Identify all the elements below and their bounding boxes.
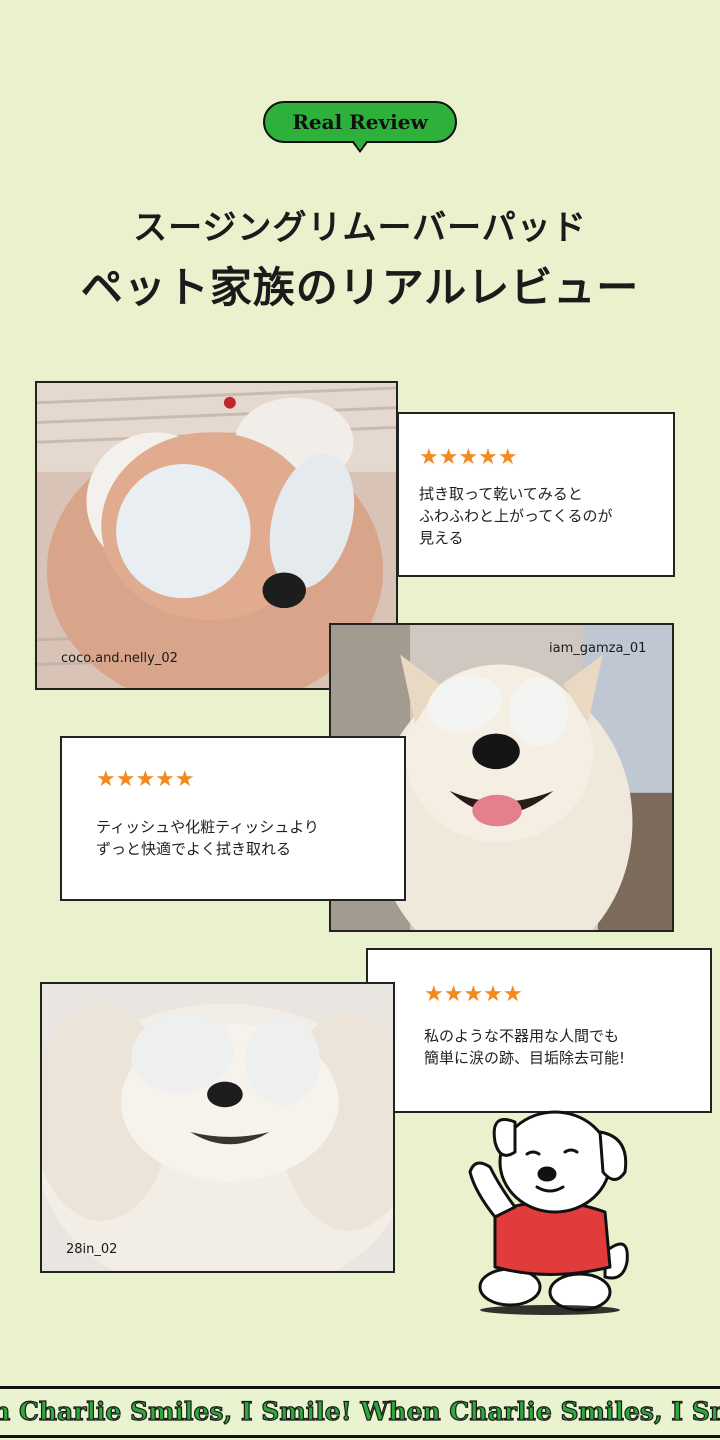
review-handle-1: coco.and.nelly_02 [61,651,178,666]
page-title: ペット家族のリアルレビュー [80,263,640,312]
review-handle-3: 28in_02 [66,1242,118,1257]
rating-stars-3: ★★★★★ [424,982,523,1007]
rating-stars-1: ★★★★★ [419,445,518,470]
review-text-2: ティッシュや化粧ティッシュより ずっと快適でよく拭き取れる [96,818,319,858]
review-handle-2: iam_gamza_01 [549,641,647,656]
review-text-3: 私のような不器用な人間でも 簡単に涙の跡、目垢除去可能! [424,1027,626,1067]
charlie-mascot-illustration [468,1110,629,1315]
review-card-2: ★★★★★ ティッシュや化粧ティッシュより ずっと快適でよく拭き取れる [60,736,406,901]
review-card-3: ★★★★★ 私のような不器用な人間でも 簡単に涙の跡、目垢除去可能! [366,948,712,1113]
dog-photo-pekingese [42,984,393,1271]
real-review-badge: Real Review [263,101,457,143]
review-text-1: 拭き取って乾いてみると ふわふわと上がってくるのが 見える [419,485,613,547]
badge-label: Real Review [292,110,428,134]
review-card-1: ★★★★★ 拭き取って乾いてみると ふわふわと上がってくるのが 見える [397,412,675,577]
marquee-slogan: hen Charlie Smiles, I Smile! When Charli… [0,1396,720,1426]
footer-marquee-banner: hen Charlie Smiles, I Smile! When Charli… [0,1386,720,1438]
product-name: スージングリムーバーパッド [133,208,587,248]
badge-tail-fill [353,140,367,150]
review-photo-3: 28in_02 [40,982,395,1273]
rating-stars-2: ★★★★★ [96,767,195,792]
